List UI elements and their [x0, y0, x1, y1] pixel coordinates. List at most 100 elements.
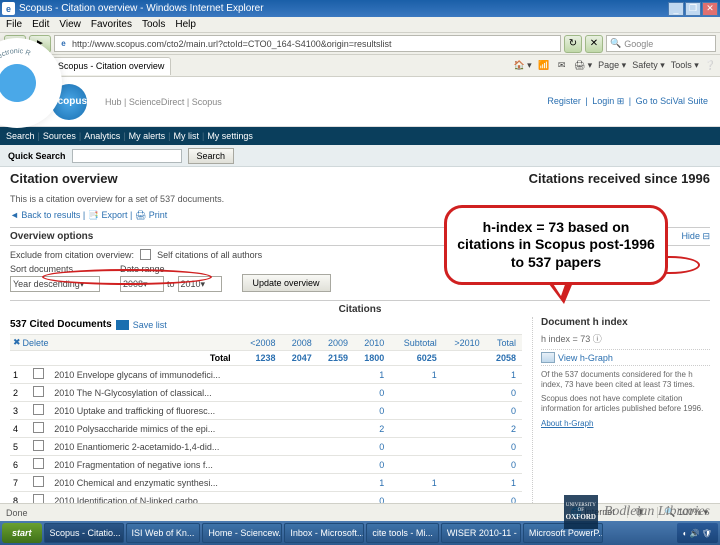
quick-search-button[interactable]: Search	[188, 148, 235, 164]
tool-safety[interactable]: Safety ▾	[632, 60, 665, 72]
row-subtotal[interactable]: 1	[390, 474, 443, 492]
taskbar-item[interactable]: Inbox - Microsoft...	[284, 523, 364, 543]
delete-link[interactable]: ✖ Delete	[13, 337, 236, 348]
row-subtotal[interactable]	[390, 384, 443, 402]
tool-print[interactable]: 🖨▾	[574, 60, 593, 72]
col-2008[interactable]: 2008	[282, 335, 318, 351]
nav-analytics[interactable]: Analytics	[84, 131, 120, 141]
nav-list[interactable]: My list	[173, 131, 199, 141]
product-breadcrumb[interactable]: Hub | ScienceDirect | Scopus	[105, 97, 222, 107]
total-subtotal[interactable]: 6025	[390, 351, 443, 366]
row-title[interactable]: 2010 Envelope glycans of immunodefici...	[51, 366, 238, 384]
row-checkbox[interactable]	[30, 402, 51, 420]
quick-search-input[interactable]	[72, 149, 182, 163]
sort-select[interactable]: Year descending ▾	[10, 276, 100, 292]
row-2010[interactable]: 0	[354, 438, 390, 456]
col-prev[interactable]: <2008	[239, 335, 282, 351]
login-link[interactable]: Login ⊞	[592, 96, 624, 106]
row-2010[interactable]: 2	[354, 420, 390, 438]
window-minimize-button[interactable]: _	[668, 2, 684, 16]
row-total[interactable]: 0	[486, 438, 522, 456]
row-2010[interactable]: 0	[354, 384, 390, 402]
col-2009[interactable]: 2009	[318, 335, 354, 351]
url-field[interactable]: e http://www.scopus.com/cto2/main.url?ct…	[54, 35, 561, 52]
update-overview-button[interactable]: Update overview	[242, 274, 331, 292]
browser-search-input[interactable]: 🔍 Google	[606, 35, 716, 52]
total-2008[interactable]: 2047	[282, 351, 318, 366]
tool-feeds[interactable]: 📶	[538, 60, 550, 72]
col-2010[interactable]: 2010	[354, 335, 390, 351]
menu-view[interactable]: View	[59, 19, 81, 30]
row-title[interactable]: 2010 The N-Glycosylation of classical...	[51, 384, 238, 402]
window-maximize-button[interactable]: ❐	[685, 2, 701, 16]
register-link[interactable]: Register	[547, 96, 581, 106]
row-2010[interactable]: 0	[354, 402, 390, 420]
row-title[interactable]: 2010 Polysaccharide mimics of the epi...	[51, 420, 238, 438]
refresh-button[interactable]: ↻	[564, 35, 582, 53]
row-subtotal[interactable]	[390, 492, 443, 504]
row-total[interactable]: 0	[486, 384, 522, 402]
menu-favorites[interactable]: Favorites	[91, 19, 132, 30]
taskbar-item[interactable]: ISI Web of Kn...	[126, 523, 201, 543]
range-to-select[interactable]: 2010 ▾	[178, 276, 222, 292]
row-title[interactable]: 2010 Enantiomeric 2-acetamido-1,4-did...	[51, 438, 238, 456]
scival-link[interactable]: Go to SciVal Suite	[636, 96, 708, 106]
window-close-button[interactable]: ✕	[702, 2, 718, 16]
col-total[interactable]: Total	[486, 335, 522, 351]
tool-tools[interactable]: Tools ▾	[671, 60, 699, 72]
row-title[interactable]: 2010 Fragmentation of negative ions f...	[51, 456, 238, 474]
row-title[interactable]: 2010 Uptake and trafficking of fluoresc.…	[51, 402, 238, 420]
range-from-select[interactable]: 2008 ▾	[120, 276, 164, 292]
row-title[interactable]: 2010 Chemical and enzymatic synthesi...	[51, 474, 238, 492]
row-checkbox[interactable]	[30, 438, 51, 456]
tool-page[interactable]: Page ▾	[598, 60, 626, 72]
taskbar-item[interactable]: Home - Sciencew...	[202, 523, 282, 543]
row-2010[interactable]: 1	[354, 474, 390, 492]
row-subtotal[interactable]	[390, 402, 443, 420]
menu-file[interactable]: File	[6, 19, 22, 30]
row-2010[interactable]: 0	[354, 456, 390, 474]
taskbar-item[interactable]: WISER 2010-11 - ...	[441, 523, 521, 543]
row-subtotal[interactable]	[390, 456, 443, 474]
nav-search[interactable]: Search	[6, 131, 35, 141]
total-2010[interactable]: 1800	[354, 351, 390, 366]
exclude-self-checkbox[interactable]	[140, 249, 151, 260]
about-h-graph-link[interactable]: About h-Graph	[541, 419, 593, 428]
tool-home[interactable]: 🏠▾	[513, 60, 532, 72]
back-export-print[interactable]: ◄ Back to results | 📑 Export | 🖨 Print	[10, 210, 167, 220]
row-total[interactable]: 0	[486, 456, 522, 474]
view-h-graph-link[interactable]: View h-Graph	[541, 349, 710, 366]
row-checkbox[interactable]	[30, 366, 51, 384]
row-checkbox[interactable]	[30, 474, 51, 492]
row-total[interactable]: 1	[486, 366, 522, 384]
tool-help[interactable]: ❔	[705, 60, 716, 72]
menu-tools[interactable]: Tools	[142, 19, 165, 30]
hide-options-link[interactable]: Hide ⊟	[681, 231, 710, 242]
row-2010[interactable]: 0	[354, 492, 390, 504]
row-title[interactable]: 2010 Identification of N-linked carbo...	[51, 492, 238, 504]
stop-button[interactable]: ✕	[585, 35, 603, 53]
heatmap-icon[interactable]	[116, 320, 129, 330]
row-checkbox[interactable]	[30, 420, 51, 438]
taskbar-item[interactable]: cite tools - Mi...	[366, 523, 439, 543]
row-total[interactable]: 2	[486, 420, 522, 438]
row-subtotal[interactable]: 1	[390, 366, 443, 384]
row-checkbox[interactable]	[30, 492, 51, 504]
row-2010[interactable]: 1	[354, 366, 390, 384]
row-subtotal[interactable]	[390, 438, 443, 456]
row-checkbox[interactable]	[30, 456, 51, 474]
start-button[interactable]: start	[2, 523, 42, 543]
nav-sources[interactable]: Sources	[43, 131, 76, 141]
nav-alerts[interactable]: My alerts	[129, 131, 166, 141]
col-subtotal[interactable]: Subtotal	[390, 335, 443, 351]
row-total[interactable]: 0	[486, 492, 522, 504]
row-total[interactable]: 1	[486, 474, 522, 492]
taskbar-item[interactable]: Scopus - Citatio...	[44, 523, 124, 543]
total-total[interactable]: 2058	[486, 351, 522, 366]
total-prev[interactable]: 1238	[239, 351, 282, 366]
row-checkbox[interactable]	[30, 384, 51, 402]
menu-edit[interactable]: Edit	[32, 19, 49, 30]
nav-settings[interactable]: My settings	[207, 131, 253, 141]
total-2009[interactable]: 2159	[318, 351, 354, 366]
row-total[interactable]: 0	[486, 402, 522, 420]
